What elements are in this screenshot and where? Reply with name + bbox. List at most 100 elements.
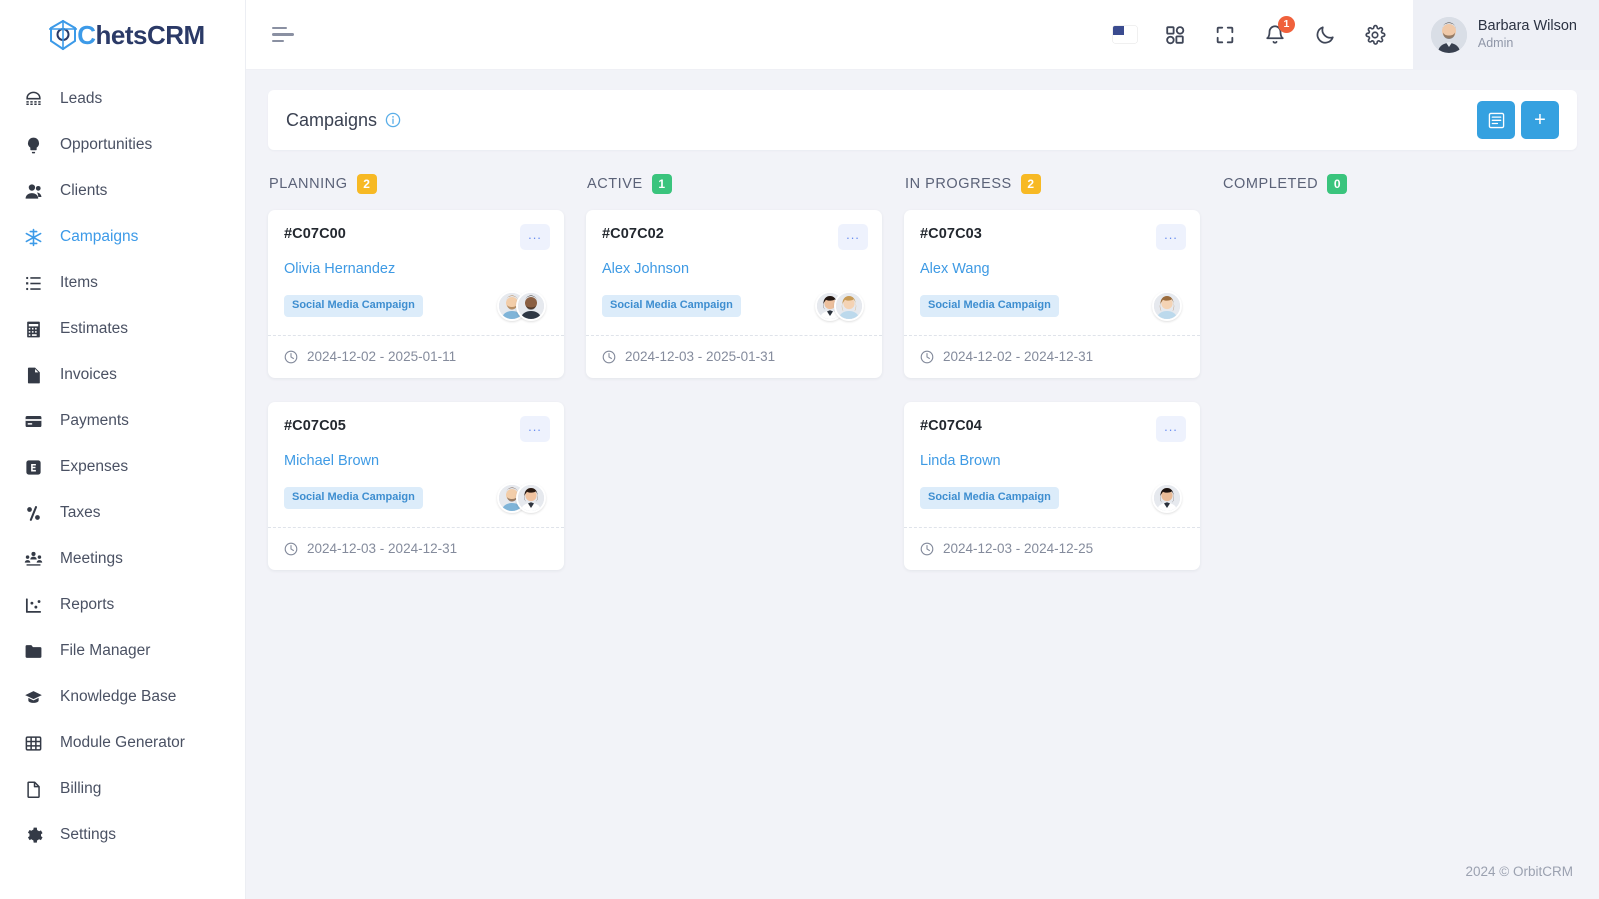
footer-copyright: 2024 © OrbitCRM — [1465, 863, 1573, 879]
sidebar-item-clients[interactable]: Clients — [0, 168, 245, 214]
sidebar-item-reports[interactable]: Reports — [0, 582, 245, 628]
sidebar-item-estimates[interactable]: Estimates — [0, 306, 245, 352]
card-tag: Social Media Campaign — [920, 487, 1059, 509]
sidebar-item-settings[interactable]: Settings — [0, 812, 245, 858]
card-owner-link[interactable]: Alex Johnson — [602, 261, 866, 277]
credit-card-icon — [24, 412, 43, 431]
card-owner-link[interactable]: Linda Brown — [920, 453, 1184, 469]
sidebar-item-label: Expenses — [60, 458, 129, 475]
sidebar-item-label: Clients — [60, 182, 108, 199]
sidebar-item-expenses[interactable]: Expenses — [0, 444, 245, 490]
column-header: ACTIVE 1 — [586, 174, 882, 194]
card-owner-link[interactable]: Michael Brown — [284, 453, 548, 469]
avatar — [516, 483, 546, 513]
snowflake-icon — [24, 228, 43, 247]
card-menu-button[interactable]: ... — [520, 224, 550, 250]
column-count-badge: 1 — [651, 174, 672, 194]
page-actions: + — [1477, 101, 1559, 139]
card-footer: 2024-12-03 - 2024-12-25 — [904, 527, 1200, 570]
sidebar-nav: Leads Opportunities Clients Campaigns It… — [0, 70, 245, 858]
kanban-column-completed: COMPLETED 0 — [1222, 174, 1518, 594]
info-icon[interactable] — [385, 112, 401, 128]
sidebar-item-billing[interactable]: Billing — [0, 766, 245, 812]
bell-icon[interactable]: 1 — [1263, 15, 1295, 47]
brand-logo[interactable]: ChetsCRM — [0, 0, 245, 70]
graduation-cap-icon — [24, 688, 43, 707]
gear-icon — [24, 826, 43, 845]
card-id: #C07C02 — [602, 226, 664, 242]
sidebar-item-label: File Manager — [60, 642, 151, 659]
card-avatars — [1152, 483, 1184, 513]
moon-icon[interactable] — [1313, 23, 1337, 47]
card-footer: 2024-12-02 - 2025-01-11 — [268, 335, 564, 378]
card-owner-link[interactable]: Olivia Hernandez — [284, 261, 548, 277]
sidebar-item-label: Invoices — [60, 366, 117, 383]
campaign-card[interactable]: #C07C05 ... Michael Brown Social Media C… — [268, 402, 564, 570]
chart-icon — [24, 596, 43, 615]
app-root: ChetsCRM Leads Opportunities Clients Cam… — [0, 0, 1599, 899]
sidebar-item-items[interactable]: Items — [0, 260, 245, 306]
sidebar-item-module-generator[interactable]: Module Generator — [0, 720, 245, 766]
phone-rotary-icon — [24, 90, 43, 109]
user-profile-menu[interactable]: Barbara Wilson Admin — [1412, 0, 1599, 70]
sidebar-item-label: Items — [60, 274, 98, 291]
card-id: #C07C00 — [284, 226, 346, 242]
sidebar: ChetsCRM Leads Opportunities Clients Cam… — [0, 0, 246, 899]
list-view-button[interactable] — [1477, 101, 1515, 139]
avatar — [516, 291, 546, 321]
sidebar-item-payments[interactable]: Payments — [0, 398, 245, 444]
sidebar-item-knowledge-base[interactable]: Knowledge Base — [0, 674, 245, 720]
column-title: COMPLETED — [1223, 176, 1319, 192]
sidebar-item-campaigns[interactable]: Campaigns — [0, 214, 245, 260]
card-footer: 2024-12-03 - 2025-01-31 — [586, 335, 882, 378]
page-header-card: Campaigns + — [268, 90, 1577, 150]
campaign-card[interactable]: #C07C03 ... Alex Wang Social Media Campa… — [904, 210, 1200, 378]
card-menu-button[interactable]: ... — [838, 224, 868, 250]
user-group-icon — [24, 182, 43, 201]
card-menu-button[interactable]: ... — [1156, 224, 1186, 250]
column-title: IN PROGRESS — [905, 176, 1012, 192]
people-icon — [24, 550, 43, 569]
flag-us-icon[interactable] — [1112, 23, 1137, 47]
campaign-card[interactable]: #C07C02 ... Alex Johnson Social Media Ca… — [586, 210, 882, 378]
campaign-card[interactable]: #C07C04 ... Linda Brown Social Media Cam… — [904, 402, 1200, 570]
column-header: COMPLETED 0 — [1222, 174, 1518, 194]
clock-icon — [284, 542, 298, 556]
campaign-card[interactable]: #C07C00 ... Olivia Hernandez Social Medi… — [268, 210, 564, 378]
card-avatars — [497, 291, 548, 321]
card-avatars — [815, 291, 866, 321]
card-avatars — [1152, 291, 1184, 321]
sidebar-item-label: Leads — [60, 90, 103, 107]
column-title: ACTIVE — [587, 176, 643, 192]
fullscreen-icon[interactable] — [1213, 23, 1237, 47]
top-bar: 1 Barbara Wilson Admin — [246, 0, 1599, 70]
card-tag: Social Media Campaign — [602, 295, 741, 317]
avatar — [1152, 483, 1182, 513]
clock-icon — [920, 542, 934, 556]
column-count-badge: 2 — [356, 174, 377, 194]
card-date-range: 2024-12-03 - 2025-01-31 — [625, 349, 776, 364]
logo-mark-icon — [46, 18, 80, 52]
card-menu-button[interactable]: ... — [520, 416, 550, 442]
calculator-icon — [24, 320, 43, 339]
main-area: 1 Barbara Wilson Admin Campaigns + PLANN… — [246, 0, 1599, 899]
card-owner-link[interactable]: Alex Wang — [920, 261, 1184, 277]
apps-grid-icon[interactable] — [1163, 23, 1187, 47]
page-title-text: Campaigns — [286, 109, 378, 130]
clock-icon — [284, 350, 298, 364]
card-date-range: 2024-12-02 - 2025-01-11 — [307, 349, 457, 364]
kanban-board: PLANNING 2 #C07C00 ... Olivia Hernandez … — [268, 174, 1577, 594]
sidebar-item-file-manager[interactable]: File Manager — [0, 628, 245, 674]
gear-icon[interactable] — [1363, 23, 1387, 47]
sidebar-item-meetings[interactable]: Meetings — [0, 536, 245, 582]
add-campaign-button[interactable]: + — [1521, 101, 1559, 139]
sidebar-item-leads[interactable]: Leads — [0, 76, 245, 122]
card-menu-button[interactable]: ... — [1156, 416, 1186, 442]
sidebar-item-taxes[interactable]: Taxes — [0, 490, 245, 536]
sidebar-item-invoices[interactable]: Invoices — [0, 352, 245, 398]
sidebar-item-opportunities[interactable]: Opportunities — [0, 122, 245, 168]
hamburger-icon[interactable] — [268, 18, 302, 52]
sidebar-item-label: Opportunities — [60, 136, 153, 153]
logo-text: hetsCRM — [95, 19, 206, 50]
column-title: PLANNING — [269, 176, 348, 192]
